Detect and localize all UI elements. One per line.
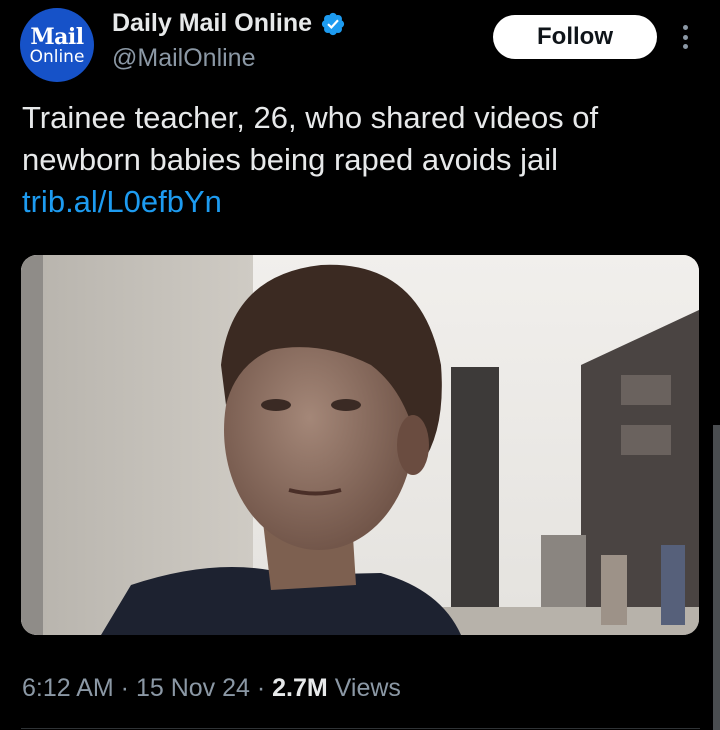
tweet-text-line: Trainee teacher, 26, who shared videos o…: [22, 100, 599, 135]
more-dot: [682, 34, 688, 40]
more-dot: [682, 25, 688, 30]
display-name-text: Daily Mail Online: [112, 9, 313, 37]
meta-separator: ·: [249, 674, 273, 702]
author-display-name[interactable]: Daily Mail Online: [112, 9, 346, 38]
avatar-brand-top: Mail: [30, 24, 84, 50]
meta-separator: ·: [113, 674, 136, 702]
more-vertical-icon[interactable]: [676, 22, 694, 52]
tweet-date[interactable]: 15 Nov 24: [136, 674, 250, 702]
divider: [21, 728, 700, 729]
author-avatar[interactable]: Mail Online: [20, 8, 94, 82]
tweet-text: Trainee teacher, 26, who shared videos o…: [22, 97, 682, 223]
tweet-text-line: newborn babies being raped avoids jail: [22, 142, 558, 177]
views-label: Views: [334, 674, 401, 702]
avatar-brand-bottom: Online: [29, 47, 85, 67]
tweet-photo[interactable]: [21, 255, 699, 635]
follow-button[interactable]: Follow: [493, 15, 657, 59]
views-count: 2.7M: [272, 674, 328, 702]
photo-illustration: [21, 255, 699, 635]
tweet-meta: 6:12 AM · 15 Nov 24 · 2.7M Views: [22, 674, 401, 703]
scrollbar[interactable]: [713, 425, 720, 730]
tweet-link[interactable]: trib.al/L0efbYn: [22, 181, 682, 223]
verified-badge-icon: [321, 12, 345, 35]
author-handle[interactable]: @MailOnline: [112, 44, 255, 73]
more-dot: [682, 44, 688, 49]
tweet-time[interactable]: 6:12 AM: [22, 674, 114, 702]
tweet-view: Mail Online Daily Mail Online @MailOnlin…: [0, 0, 720, 730]
